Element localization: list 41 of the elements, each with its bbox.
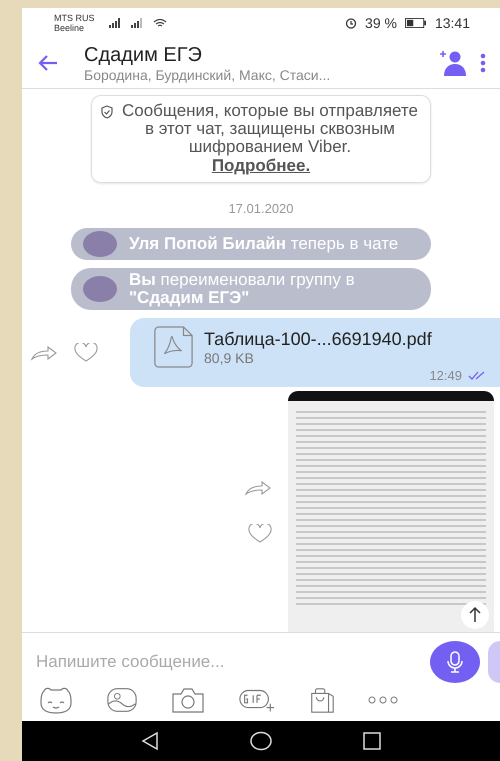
avatar-photo-placeholder (83, 276, 117, 302)
recents-square-icon[interactable] (362, 731, 382, 751)
forward-icon[interactable] (30, 344, 58, 360)
clock-time: 13:41 (434, 15, 470, 31)
heart-icon[interactable] (248, 524, 272, 544)
add-participant-icon[interactable] (438, 49, 466, 77)
file-message-bubble[interactable]: Таблица-100-...6691940.pdf 80,9 KB 12:49 (130, 318, 500, 387)
screenshot-image-placeholder[interactable] (288, 391, 494, 632)
signal-icon (108, 18, 122, 28)
pdf-file-icon (152, 326, 194, 368)
carrier-name: Beeline (54, 23, 86, 33)
date-separator: 17.01.2020 (228, 201, 294, 216)
chat-title: Сдадим ЕГЭ (84, 44, 203, 66)
battery-icon (404, 18, 427, 28)
alarm-clock-icon (345, 17, 358, 29)
shield-icon (100, 105, 114, 119)
more-options-icon[interactable] (480, 53, 486, 73)
heart-icon[interactable] (74, 342, 98, 362)
file-size: 80,9 KB (204, 350, 255, 366)
signal-icon (130, 18, 144, 28)
microphone-button[interactable] (430, 641, 480, 683)
message-time: 12:49 (429, 368, 462, 383)
carrier-name: MTS RUS (54, 13, 94, 23)
system-message-text: Вы переименовали группу в "Сдадим ЕГЭ" (129, 271, 356, 307)
learn-more-link[interactable]: Подробнее. (212, 156, 310, 176)
avatar-photo-placeholder (83, 231, 117, 257)
more-icon[interactable] (368, 696, 398, 704)
back-triangle-icon[interactable] (140, 731, 160, 751)
chat-members: Бородина, Бурдинский, Макс, Стаси... (84, 66, 332, 82)
forward-icon[interactable] (244, 480, 272, 496)
message-input-field[interactable]: Напишите сообщение... (34, 651, 422, 673)
gallery-icon[interactable] (106, 686, 138, 714)
encryption-notice-text: Сообщения, которые вы отправляете в этот чат, защищены сквозным шифрованием Viber. (121, 102, 419, 156)
file-name: Таблица-100-...6691940.pdf (204, 328, 432, 350)
shopping-bag-icon[interactable] (308, 685, 336, 715)
home-circle-icon[interactable] (250, 731, 272, 751)
battery-percent: 39 % (365, 15, 397, 31)
wifi-icon (152, 18, 166, 28)
sticker-bear-icon[interactable] (38, 685, 74, 715)
system-message-text: Уля Попой Билайн теперь в чате (129, 235, 398, 253)
camera-icon[interactable] (170, 686, 206, 714)
